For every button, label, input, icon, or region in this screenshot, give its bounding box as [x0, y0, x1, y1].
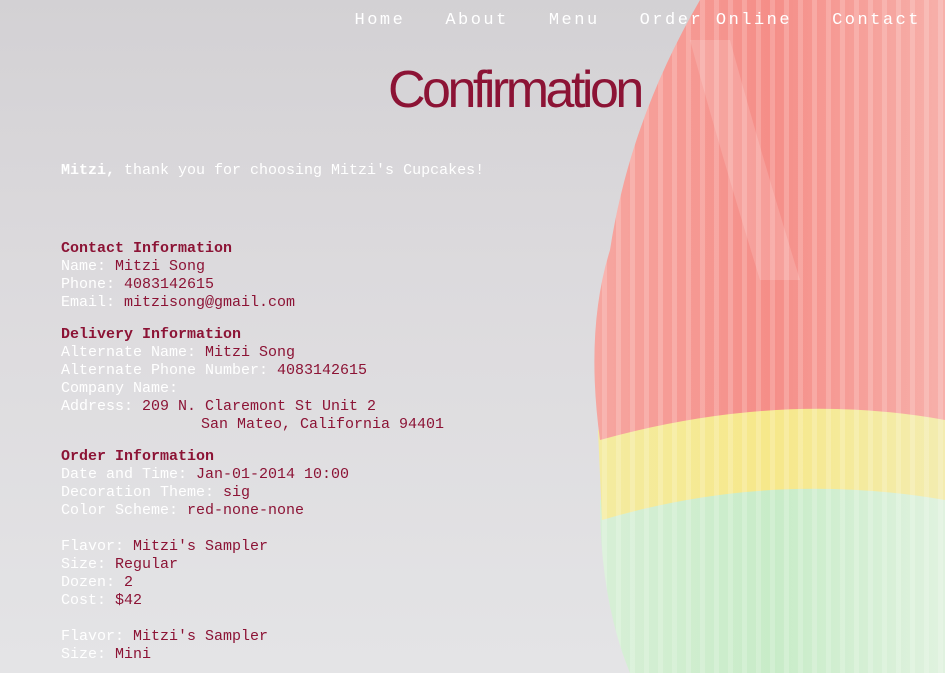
contact-information-section: Contact Information Name: Mitzi Song Pho… [61, 240, 484, 312]
size-label: Size: [61, 646, 116, 663]
flavor-value: Mitzi's Sampler [133, 628, 269, 645]
company-name-label: Company Name: [61, 380, 179, 397]
order-item: Flavor: Mitzi's Sampler Size: Regular Do… [61, 538, 484, 610]
dozen-row: Dozen: 2 [61, 574, 484, 592]
address-label: Address: [61, 398, 143, 415]
address-row: Address: 209 N. Claremont St Unit 2 [61, 398, 484, 416]
size-row: Size: Mini [61, 646, 484, 664]
order-information-heading: Order Information [61, 448, 215, 465]
theme-label: Decoration Theme: [61, 484, 224, 501]
alternate-name-value: Mitzi Song [205, 344, 296, 361]
page-title: Confirmation [388, 61, 644, 119]
delivery-information-section: Delivery Information Alternate Name: Mit… [61, 326, 484, 434]
contact-name-row: Name: Mitzi Song [61, 258, 484, 276]
address-line1: 209 N. Claremont St Unit 2 [142, 398, 377, 415]
main-nav: Home About Menu Order Online Contact [355, 11, 921, 30]
order-item: Flavor: Mitzi's Sampler Size: Mini [61, 628, 484, 664]
company-name-row: Company Name: [61, 380, 484, 398]
color-scheme-label: Color Scheme: [61, 502, 188, 519]
alternate-name-label: Alternate Name: [61, 344, 206, 361]
phone-value: 4083142615 [124, 276, 215, 293]
flavor-label: Flavor: [61, 538, 134, 555]
delivery-information-heading: Delivery Information [61, 326, 242, 343]
flavor-label: Flavor: [61, 628, 134, 645]
size-label: Size: [61, 556, 116, 573]
customer-name: Mitzi, [61, 162, 116, 179]
alternate-phone-value: 4083142615 [277, 362, 368, 379]
contact-phone-row: Phone: 4083142615 [61, 276, 484, 294]
datetime-label: Date and Time: [61, 466, 197, 483]
address-row-2: San Mateo, California 94401 [61, 416, 484, 434]
phone-label: Phone: [61, 276, 125, 293]
flavor-row: Flavor: Mitzi's Sampler [61, 628, 484, 646]
dozen-label: Dozen: [61, 574, 125, 591]
name-value: Mitzi Song [115, 258, 206, 275]
color-scheme-value: red-none-none [187, 502, 305, 519]
name-label: Name: [61, 258, 116, 275]
thank-you-message: Mitzi, thank you for choosing Mitzi's Cu… [61, 162, 484, 180]
size-value: Regular [115, 556, 179, 573]
flavor-row: Flavor: Mitzi's Sampler [61, 538, 484, 556]
size-row: Size: Regular [61, 556, 484, 574]
dozen-value: 2 [124, 574, 134, 591]
alternate-phone-row: Alternate Phone Number: 4083142615 [61, 362, 484, 380]
thank-you-text: thank you for choosing Mitzi's Cupcakes! [115, 162, 485, 179]
alternate-name-row: Alternate Name: Mitzi Song [61, 344, 484, 362]
nav-order-online-link[interactable]: Order Online [640, 11, 792, 30]
datetime-value: Jan-01-2014 10:00 [196, 466, 350, 483]
nav-menu-link[interactable]: Menu [549, 11, 600, 30]
flavor-value: Mitzi's Sampler [133, 538, 269, 555]
datetime-row: Date and Time: Jan-01-2014 10:00 [61, 466, 484, 484]
email-value: mitzisong@gmail.com [124, 294, 296, 311]
address-line2: San Mateo, California 94401 [201, 416, 445, 433]
theme-value: sig [223, 484, 251, 501]
cost-label: Cost: [61, 592, 116, 609]
color-scheme-row: Color Scheme: red-none-none [61, 502, 484, 520]
size-value: Mini [115, 646, 152, 663]
order-information-section: Order Information Date and Time: Jan-01-… [61, 448, 484, 664]
email-label: Email: [61, 294, 125, 311]
nav-home-link[interactable]: Home [355, 11, 406, 30]
nav-contact-link[interactable]: Contact [832, 11, 921, 30]
contact-email-row: Email: mitzisong@gmail.com [61, 294, 484, 312]
nav-about-link[interactable]: About [445, 11, 509, 30]
cost-value: $42 [115, 592, 143, 609]
confirmation-content: Mitzi, thank you for choosing Mitzi's Cu… [61, 162, 484, 664]
contact-information-heading: Contact Information [61, 240, 233, 257]
alternate-phone-label: Alternate Phone Number: [61, 362, 278, 379]
theme-row: Decoration Theme: sig [61, 484, 484, 502]
cost-row: Cost: $42 [61, 592, 484, 610]
